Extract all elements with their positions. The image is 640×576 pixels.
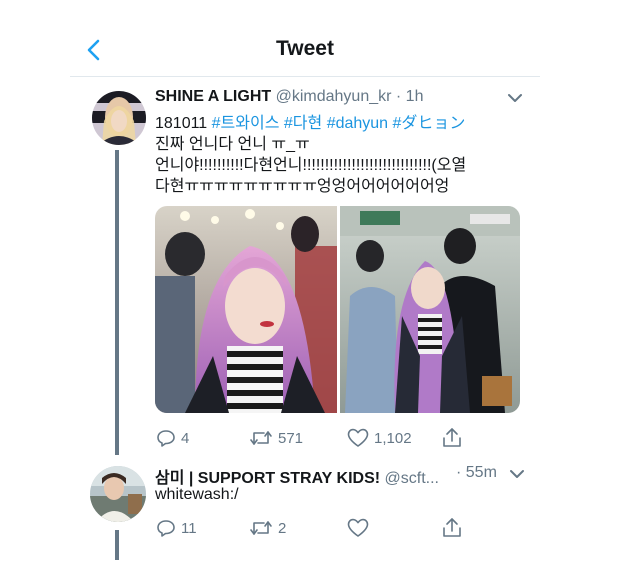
share-button[interactable] [442,517,462,539]
avatar[interactable] [90,466,146,522]
chevron-down-icon[interactable] [507,92,523,104]
retweet-button[interactable]: 571 [249,428,303,448]
display-name[interactable]: 삼미 | SUPPORT STRAY KIDS! [155,470,380,487]
user-handle[interactable]: @scft... [385,470,439,487]
share-button[interactable] [442,427,462,449]
retweet-icon [250,521,272,535]
page-title: Tweet [276,37,334,60]
reply-author[interactable]: 삼미 | SUPPORT STRAY KIDS! @scft... [155,464,439,488]
reply-button[interactable]: 4 [156,428,189,448]
reply-count: 11 [181,519,197,537]
retweet-count: 2 [278,519,287,537]
like-button[interactable]: 1,102 [347,428,412,448]
retweet-button[interactable]: 2 [249,518,286,538]
reply-icon [157,520,175,537]
chevron-down-icon[interactable] [509,468,525,480]
share-icon [443,518,461,537]
reply-icon [157,430,175,447]
like-count: 1,102 [374,429,412,447]
reply-button[interactable]: 11 [156,518,197,538]
hashtag-link[interactable]: #ダヒョン [393,115,466,132]
avatar[interactable] [92,91,146,145]
user-handle[interactable]: @kimdahyun_kr [276,88,392,105]
display-name[interactable]: SHINE A LIGHT [155,88,271,105]
hashtag-link[interactable]: #dahyun [327,115,388,132]
share-icon [443,428,461,447]
tweet-time: · 1h [395,88,424,105]
top-nav-bar: Tweet [70,24,540,77]
tweet-photo[interactable] [340,206,520,413]
reply-text: whitewash:/ [155,486,239,503]
reply-count: 4 [181,429,190,447]
retweet-icon [250,431,272,445]
thread-line [115,530,119,560]
tweet-photo[interactable] [155,206,337,413]
retweet-count: 571 [278,429,304,447]
tweet-time: · 55m [456,464,497,481]
thread-line [115,150,119,455]
heart-icon [347,518,369,537]
like-button[interactable] [347,518,374,538]
heart-icon [347,428,369,447]
tweet-author[interactable]: SHINE A LIGHT @kimdahyun_kr · 1h [155,88,423,106]
tweet-text-line-4: 다현ㅠㅠㅠㅠㅠㅠㅠㅠㅠ엉엉어어어어어어엉 [155,178,450,195]
